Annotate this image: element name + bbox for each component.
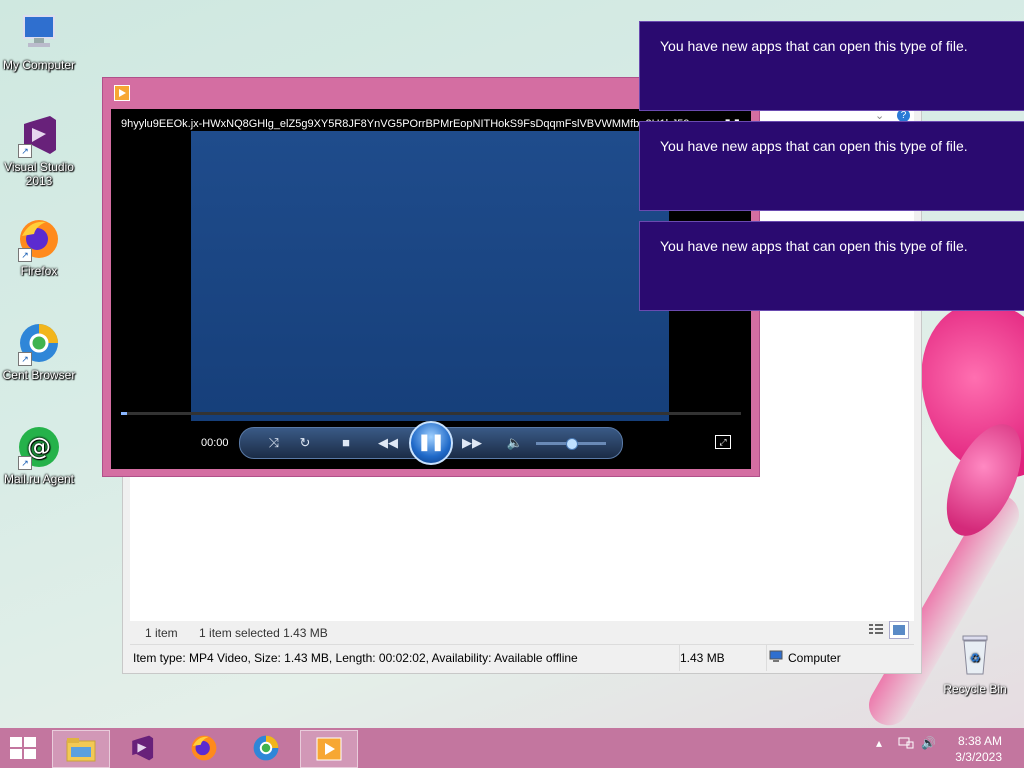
clock-date: 3/3/2023 <box>955 750 1002 764</box>
desktop-icon-visual-studio[interactable]: ↗ Visual Studio 2013 <box>0 112 78 188</box>
large-icons-view-button[interactable] <box>889 621 909 639</box>
desktop-icon-label: Recycle Bin <box>943 682 1007 696</box>
shortcut-arrow-icon: ↗ <box>18 352 32 366</box>
taskbar-media-player[interactable] <box>300 730 358 768</box>
taskbar: ▴ 🔊 8:38 AM 3/3/2023 <box>0 728 1024 768</box>
selection-info: 1 item selected 1.43 MB <box>199 626 328 640</box>
video-title: 9hyylu9EEOk.jx-HWxNQ8GHlg_elZ5g9XY5R8JF8… <box>121 118 690 130</box>
windows-logo-icon <box>10 737 38 759</box>
repeat-icon[interactable]: ↻ <box>296 436 314 450</box>
volume-slider[interactable] <box>536 438 606 450</box>
show-hidden-icons[interactable]: ▴ <box>876 736 882 750</box>
fullscreen-icon[interactable]: ⤢ <box>715 435 731 449</box>
notification-toast[interactable]: You have new apps that can open this typ… <box>639 121 1024 211</box>
play-pause-button[interactable]: ❚❚ <box>409 421 453 465</box>
folder-icon <box>66 738 96 762</box>
shuffle-icon[interactable]: ⤨ <box>265 436 283 450</box>
clock-time: 8:38 AM <box>957 734 1002 748</box>
taskbar-firefox[interactable] <box>176 730 232 766</box>
status-bar: Item type: MP4 Video, Size: 1.43 MB, Len… <box>130 644 914 671</box>
item-details: Item type: MP4 Video, Size: 1.43 MB, Len… <box>133 651 578 665</box>
firefox-icon: ↗ <box>16 216 62 262</box>
firefox-icon <box>191 735 217 761</box>
next-icon[interactable]: ▶▶ <box>462 436 482 450</box>
desktop-icon-label: Mail.ru Agent <box>3 472 75 486</box>
cent-browser-icon: ↗ <box>16 320 62 366</box>
video-frame <box>191 131 669 421</box>
notification-toast[interactable]: You have new apps that can open this typ… <box>639 221 1024 311</box>
elapsed-time: 00:00 <box>201 437 229 449</box>
computer-small-icon <box>769 650 783 667</box>
cent-browser-icon <box>253 735 279 761</box>
desktop-icon-cent-browser[interactable]: ↗ Cent Browser <box>0 320 78 382</box>
desktop-icon-label: Visual Studio 2013 <box>4 160 74 188</box>
svg-text:♻: ♻ <box>970 651 981 665</box>
shortcut-arrow-icon: ↗ <box>18 248 32 262</box>
previous-icon[interactable]: ◀◀ <box>378 436 398 450</box>
item-count: 1 item <box>145 626 178 640</box>
file-size: 1.43 MB <box>680 651 725 665</box>
desktop-icon-firefox[interactable]: ↗ Firefox <box>0 216 78 278</box>
media-player-icon <box>316 737 342 761</box>
system-clock[interactable]: 8:38 AM 3/3/2023 <box>955 733 1002 765</box>
computer-icon <box>16 10 62 56</box>
desktop-icon-recycle-bin[interactable]: ♻ Recycle Bin <box>938 632 1012 696</box>
pause-icon: ❚❚ <box>417 434 445 451</box>
taskbar-cent-browser[interactable] <box>238 730 294 766</box>
taskbar-file-explorer[interactable] <box>52 730 110 768</box>
start-button[interactable] <box>0 728 48 768</box>
desktop-icon-label: Cent Browser <box>2 368 76 382</box>
volume-icon[interactable]: 🔊 <box>921 736 936 750</box>
network-icon[interactable] <box>898 736 914 753</box>
desktop-icon-label: My Computer <box>2 58 76 72</box>
visual-studio-icon: ↗ <box>16 112 62 158</box>
status-summary: 1 item 1 item selected 1.43 MB <box>145 626 328 640</box>
seek-bar[interactable] <box>121 412 741 415</box>
visual-studio-icon <box>132 735 154 761</box>
shortcut-arrow-icon: ↗ <box>18 456 32 470</box>
seek-progress <box>121 412 128 415</box>
desktop-icon-mail-agent[interactable]: @ ↗ Mail.ru Agent <box>0 424 78 486</box>
status-divider <box>766 645 767 671</box>
desktop-icon-label: Firefox <box>20 264 58 278</box>
volume-knob[interactable] <box>566 438 578 450</box>
location-label: Computer <box>788 651 841 665</box>
media-player-app-icon <box>114 85 130 101</box>
stop-icon[interactable]: ■ <box>337 436 355 450</box>
notification-text: You have new apps that can open this typ… <box>660 138 968 154</box>
details-view-button[interactable] <box>867 621 885 637</box>
mute-icon[interactable]: 🔈 <box>506 436 524 450</box>
notification-toast[interactable]: You have new apps that can open this typ… <box>639 21 1024 111</box>
shortcut-arrow-icon: ↗ <box>18 144 32 158</box>
recycle-bin-icon: ♻ <box>955 632 995 678</box>
desktop-icon-my-computer[interactable]: My Computer <box>0 10 78 72</box>
notification-text: You have new apps that can open this typ… <box>660 238 968 254</box>
mail-agent-icon: @ ↗ <box>16 424 62 470</box>
taskbar-visual-studio[interactable] <box>114 730 170 766</box>
notification-text: You have new apps that can open this typ… <box>660 38 968 54</box>
